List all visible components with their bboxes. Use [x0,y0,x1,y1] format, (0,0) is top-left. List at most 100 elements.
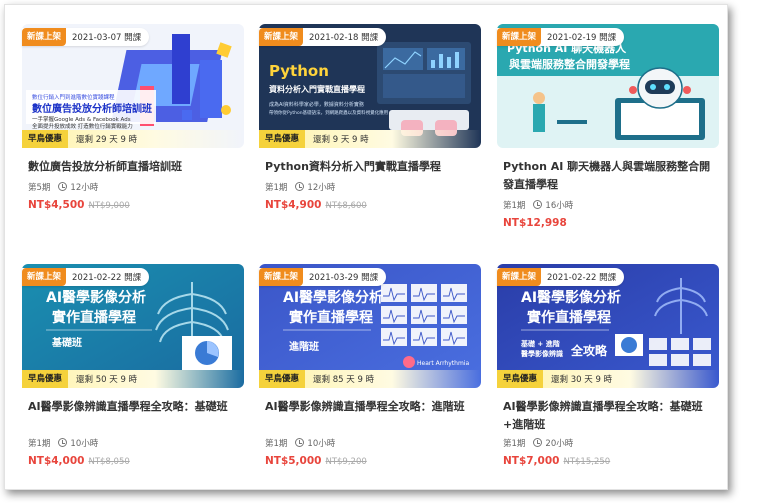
duration-hours: 10小時 [70,439,99,449]
early-bird-badge: 早鳥優惠 [259,130,306,148]
course-card-ai-medical-advanced[interactable]: Heart Arrhythmia AI醫學影像分析 實作直播學程 進階班 新課上… [259,264,481,474]
current-price: NT$4,000 [28,455,85,467]
course-title[interactable]: AI醫學影像辨識直播學程全攻略：基礎班+進階班 [503,398,715,434]
original-price: NT$8,050 [88,457,130,467]
banner-heading: AI醫學影像分析 [283,289,383,306]
banner-level: 基礎班 [51,336,82,349]
banner-caption: Heart Arrhythmia [417,360,469,367]
banner-line1: 成為AI資料科學家必學，數據資料分析實務 [269,101,364,108]
promo-remaining: 還剩 9 天 9 時 [313,135,369,145]
course-meta: 第1期 10小時 [265,437,335,449]
clock-icon [533,200,543,209]
start-date: 2021-03-29 開課 [309,273,379,283]
banner-line1: 一手掌握Google Ads & Facebook Ads [32,115,131,123]
course-meta: 第1期 20小時 [503,437,573,449]
banner-heading: AI醫學影像分析 [521,289,621,306]
banner-small-caption: 數位行銷入門到進階數位實踐課程 [32,93,115,101]
new-course-badge: 新課上架 [259,268,304,286]
early-bird-badge: 早鳥優惠 [22,370,69,388]
original-price: NT$9,000 [88,201,130,211]
promo-remaining: 還剩 85 天 9 時 [313,375,375,385]
course-title[interactable]: 數位廣告投放分析師直播培訓班 [28,158,240,176]
new-course-badge: 新課上架 [22,268,67,286]
new-course-tag-row: 新課上架 2021-02-18 開課 [259,28,387,46]
price-row: NT$7,000 NT$15,250 [503,455,610,467]
course-meta: 第1期 10小時 [28,437,98,449]
course-card-ai-medical-basic[interactable]: AI醫學影像分析 實作直播學程 基礎班 新課上架 2021-02-22 開課 早… [22,264,244,474]
clock-icon [58,182,68,191]
early-bird-bar: 早鳥優惠 還剩 85 天 9 時 [259,370,481,388]
price-row: NT$4,900 NT$8,600 [265,199,367,211]
original-price: NT$15,250 [563,457,611,467]
early-bird-bar: 早鳥優惠 還剩 29 天 9 時 [22,130,244,148]
duration: 12小時 [295,181,335,193]
new-course-tag-row: 新課上架 2021-02-22 開課 [497,268,625,286]
early-bird-badge: 早鳥優惠 [497,370,544,388]
course-card-digital-ads[interactable]: 數位行銷入門到進階數位實踐課程 數位廣告投放分析師培訓班 一手掌握Google … [22,24,244,224]
original-price: NT$9,200 [325,457,367,467]
new-course-tag-row: 新課上架 2021-03-29 開課 [259,268,387,286]
banner-level: 進階班 [289,340,319,353]
new-course-tag-row: 新課上架 2021-03-07 開課 [22,28,150,46]
clock-icon [533,438,543,447]
duration-hours: 10小時 [307,439,336,449]
duration: 12小時 [58,181,98,193]
course-title[interactable]: AI醫學影像辨識直播學程全攻略：進階班 [265,398,477,416]
price-row: NT$12,998 [503,217,567,229]
new-course-badge: 新課上架 [497,268,542,286]
course-card-ai-medical-complete[interactable]: AI醫學影像分析 實作直播學程 基礎 + 進階 醫學影像辨識 全攻略 新課上架 … [497,264,719,474]
banner-heading: AI醫學影像分析 [46,289,146,306]
banner-subheading: 實作直播學程 [289,309,373,326]
duration-hours: 20小時 [545,439,574,449]
banner-heading: Python [269,62,329,80]
banner-level-big: 全攻略 [570,343,608,358]
start-date: 2021-02-18 開課 [309,33,379,43]
course-meta: 第1期 16小時 [503,199,573,211]
new-course-tag-row: 新課上架 2021-02-22 開課 [22,268,150,286]
session-number: 第1期 [503,439,526,449]
banner-line2: 全面提升投放成效 打造數位行銷實戰能力 [32,122,133,130]
session-number: 第1期 [503,201,526,211]
early-bird-bar: 早鳥優惠 還剩 30 天 9 時 [497,370,719,388]
course-title[interactable]: Python AI 聊天機器人與雲端服務整合開發直播學程 [503,158,715,194]
duration: 10小時 [58,437,98,449]
banner-subheading: 資料分析入門實戰直播學程 [269,84,365,94]
course-meta: 第1期 12小時 [265,181,335,193]
early-bird-bar: 早鳥優惠 還剩 9 天 9 時 [259,130,481,148]
course-grid: 數位行銷入門到進階數位實踐課程 數位廣告投放分析師培訓班 一手掌握Google … [4,4,728,490]
banner-level-top: 基礎 + 進階 [520,339,560,348]
start-date: 2021-02-19 開課 [547,33,617,43]
current-price: NT$4,900 [265,199,322,211]
duration: 10小時 [295,437,335,449]
banner-subheading: 實作直播學程 [527,309,611,326]
course-title[interactable]: Python資料分析入門實戰直播學程 [265,158,477,176]
duration-hours: 16小時 [545,201,574,211]
new-course-badge: 新課上架 [497,28,542,46]
banner-subheading: 實作直播學程 [52,309,136,326]
early-bird-badge: 早鳥優惠 [259,370,306,388]
price-row: NT$4,500 NT$9,000 [28,199,130,211]
session-number: 第5期 [28,183,51,193]
promo-remaining: 還剩 29 天 9 時 [76,135,138,145]
original-price: NT$8,600 [325,201,367,211]
new-course-tag-row: 新課上架 2021-02-19 開課 [497,28,625,46]
course-card-python-data[interactable]: Python 資料分析入門實戰直播學程 成為AI資料科學家必學，數據資料分析實務… [259,24,481,224]
price-row: NT$5,000 NT$9,200 [265,455,367,467]
current-price: NT$5,000 [265,455,322,467]
course-title[interactable]: AI醫學影像辨識直播學程全攻略：基礎班 [28,398,240,416]
session-number: 第1期 [265,439,288,449]
early-bird-bar: 早鳥優惠 還剩 50 天 9 時 [22,370,244,388]
current-price: NT$4,500 [28,199,85,211]
new-course-badge: 新課上架 [22,28,67,46]
promo-remaining: 還剩 30 天 9 時 [551,375,613,385]
banner-heading: 數位廣告投放分析師培訓班 [32,102,152,115]
course-card-python-chatbot[interactable]: Python AI 聊天機器人 與雲端服務整合開發學程 新課上架 2021-02… [497,24,719,234]
promo-remaining: 還剩 50 天 9 時 [76,375,138,385]
banner-subheading: 與雲端服務整合開發學程 [509,57,630,71]
banner-line2: 帶領你從Python基礎語法，到網路爬蟲以及資料視覺化應用 [269,109,388,116]
clock-icon [295,438,305,447]
price-row: NT$4,000 NT$8,050 [28,455,130,467]
start-date: 2021-02-22 開課 [72,273,142,283]
session-number: 第1期 [28,439,51,449]
current-price: NT$7,000 [503,455,560,467]
